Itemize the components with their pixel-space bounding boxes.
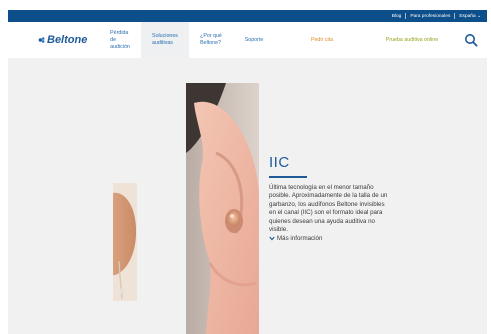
chevron-down-icon: [269, 237, 275, 241]
previous-product-image[interactable]: [113, 183, 137, 301]
chevron-down-icon: ⌄: [476, 13, 481, 19]
nav-item-support[interactable]: Soporte: [237, 22, 271, 58]
title-underline: [269, 176, 307, 178]
product-description: Última tecnología en el menor tamaño pos…: [269, 184, 388, 234]
product-info: IIC Última tecnología en el menor tamaño…: [269, 154, 389, 242]
nav-item-label: Soporte: [244, 36, 264, 43]
online-hearing-test-button[interactable]: Prueba auditiva online: [373, 22, 451, 58]
nav-item-hearing-loss[interactable]: Pérdida de audición: [103, 22, 137, 58]
search-icon[interactable]: [464, 33, 478, 47]
book-appointment-button[interactable]: Pedir cita: [292, 22, 352, 58]
professionals-link[interactable]: Para profesionales: [410, 14, 450, 19]
online-hearing-test-label: Prueba auditiva online: [385, 36, 439, 43]
beltone-logo-icon: [38, 37, 45, 43]
nav-item-label: ¿Por qué Beltone?: [200, 33, 222, 46]
utility-bar: Blog Para profesionales España ⌄: [8, 10, 487, 22]
nav-item-hearing-solutions[interactable]: Soluciones auditivas: [141, 22, 189, 58]
utility-divider: [454, 13, 456, 19]
country-label: España: [459, 13, 476, 19]
nav-item-why-beltone[interactable]: ¿Por qué Beltone?: [194, 22, 228, 58]
book-appointment-label: Pedir cita: [310, 36, 334, 43]
nav-item-label: Soluciones auditivas: [152, 33, 178, 46]
country-selector[interactable]: España ⌄: [459, 14, 481, 19]
brand-name: Beltone: [47, 34, 88, 46]
product-title: IIC: [269, 154, 290, 171]
product-hero-image: [186, 83, 259, 334]
nav-item-label: Pérdida de audición: [110, 29, 130, 50]
utility-divider: [405, 13, 407, 19]
brand-logo[interactable]: Beltone: [38, 34, 87, 46]
utility-links: Blog Para profesionales España ⌄: [392, 10, 481, 22]
more-info-link[interactable]: Más información: [269, 235, 389, 242]
main-nav: Beltone Pérdida de audición Soluciones a…: [8, 22, 487, 59]
blog-link[interactable]: Blog: [392, 14, 402, 19]
product-slider-section: IIC Última tecnología en el menor tamaño…: [8, 58, 487, 334]
more-info-label: Más información: [277, 235, 323, 243]
